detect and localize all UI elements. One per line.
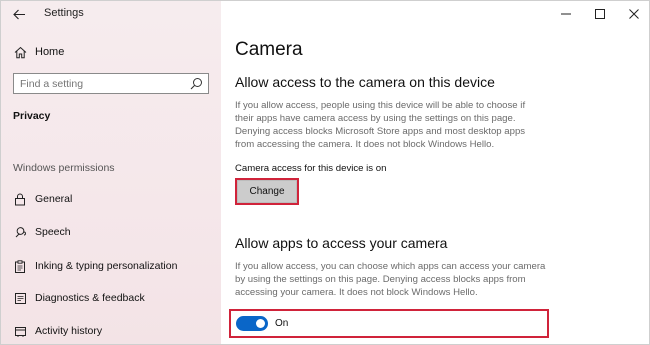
description-line: Denying access blocks Microsoft Store ap… [235, 126, 526, 137]
device-access-description: If you allow access, people using this d… [235, 99, 595, 151]
sidebar-item-diagnostics[interactable]: Diagnostics & feedback [13, 289, 145, 307]
description-line: If you allow access, you can choose whic… [235, 261, 546, 272]
device-access-heading: Allow access to the camera on this devic… [235, 74, 495, 90]
close-icon [629, 9, 639, 19]
main-content: Camera Allow access to the camera on thi… [221, 1, 649, 344]
history-icon [13, 324, 27, 338]
lock-icon [13, 192, 27, 206]
minimize-button[interactable] [549, 1, 583, 27]
home-link[interactable]: Home [13, 43, 64, 61]
page-title: Camera [235, 39, 303, 60]
search-box[interactable] [13, 73, 209, 94]
description-line: from accessing the camera. It does not b… [235, 139, 495, 150]
sidebar-item-general[interactable]: General [13, 190, 72, 208]
sidebar-item-activity-history[interactable]: Activity history [13, 322, 102, 340]
maximize-button[interactable] [583, 1, 617, 27]
toggle-state-label: On [275, 318, 289, 329]
sidebar-item-label: Activity history [35, 325, 103, 337]
sidebar-item-inking-typing[interactable]: Inking & typing personalization [13, 257, 177, 275]
title-bar: Settings [1, 1, 221, 27]
apps-access-heading: Allow apps to access your camera [235, 235, 448, 251]
clipboard-icon [13, 259, 27, 273]
search-input[interactable] [20, 77, 188, 91]
section-heading: Windows permissions [13, 162, 115, 174]
diagnostics-icon [13, 291, 27, 305]
description-line: their apps have camera access by using t… [235, 113, 516, 124]
app-title: Settings [44, 7, 84, 19]
sidebar-item-label: Speech [35, 226, 71, 238]
settings-window: Settings Home Privacy Windows permission… [0, 0, 650, 345]
toggle-knob [256, 319, 265, 328]
sidebar-item-label: Diagnostics & feedback [35, 292, 145, 304]
sidebar-item-label: Inking & typing personalization [35, 260, 178, 272]
search-icon[interactable] [190, 77, 203, 90]
minimize-icon [561, 13, 571, 15]
apps-access-description: If you allow access, you can choose whic… [235, 260, 595, 299]
home-icon [13, 45, 27, 59]
back-button[interactable] [9, 5, 29, 23]
speech-icon [13, 225, 27, 239]
description-line: accessing your camera. It does not block… [235, 287, 478, 298]
home-label: Home [35, 46, 65, 58]
description-line: by using the settings on this page. Deny… [235, 274, 526, 285]
description-line: If you allow access, people using this d… [235, 100, 526, 111]
sidebar-item-speech[interactable]: Speech [13, 223, 71, 241]
maximize-icon [595, 9, 605, 19]
back-arrow-icon [12, 9, 25, 19]
change-button[interactable]: Change [237, 180, 297, 203]
sidebar-item-label: General [35, 193, 73, 205]
category-label: Privacy [13, 110, 51, 122]
device-access-status: Camera access for this device is on [235, 163, 387, 174]
close-button[interactable] [617, 1, 649, 27]
sidebar: Settings Home Privacy Windows permission… [1, 1, 221, 344]
apps-camera-toggle[interactable] [236, 316, 268, 331]
window-controls [549, 1, 649, 27]
